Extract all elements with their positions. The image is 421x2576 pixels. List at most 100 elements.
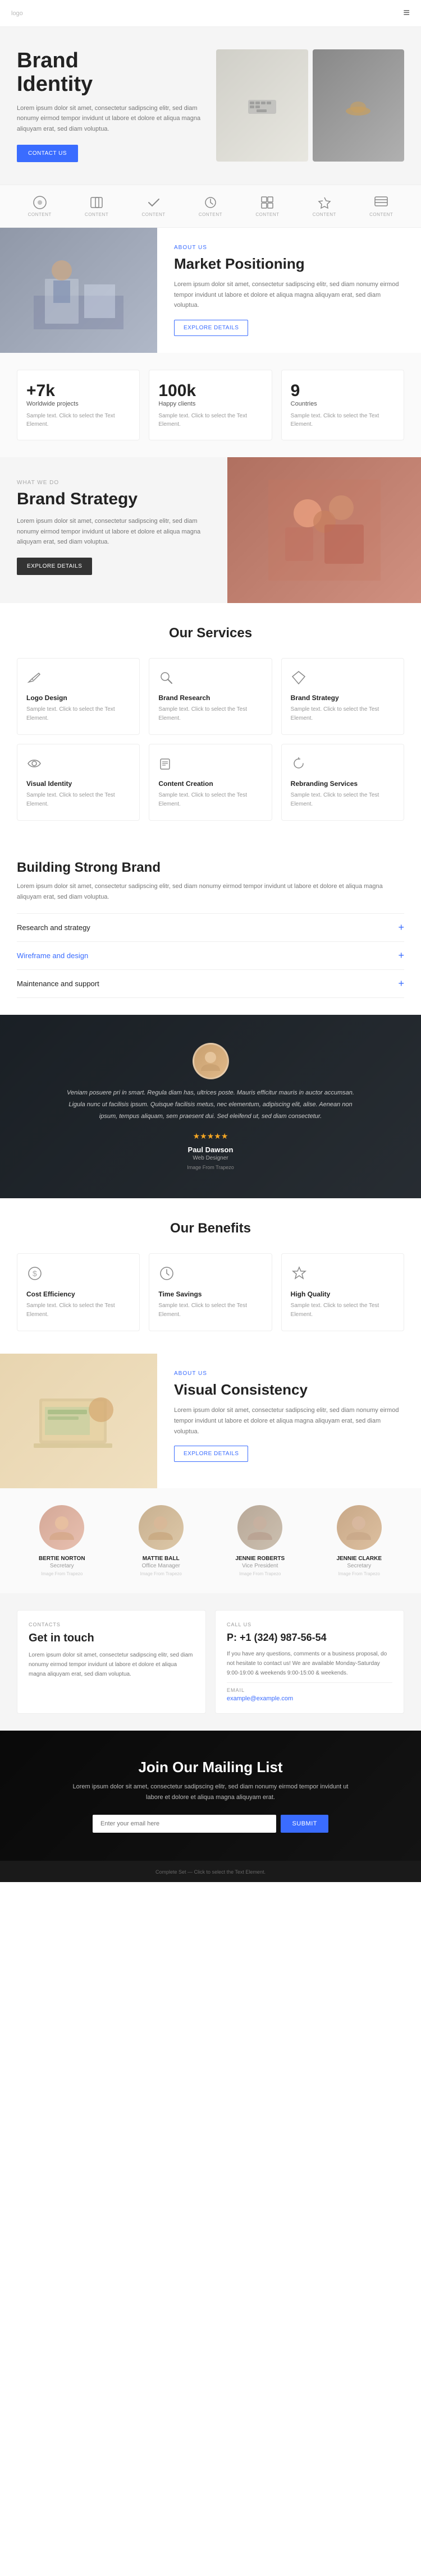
service-icon-2 (291, 670, 395, 688)
stat-card-0: +7k Worldwide projects Sample text. Clic… (17, 370, 140, 440)
benefit-title-0: Cost Efficiency (26, 1290, 130, 1298)
content-icon-7 (374, 195, 388, 210)
visual-section: ABOUT US Visual Consistency Lorem ipsum … (0, 1354, 421, 1488)
clock-icon (158, 1265, 175, 1282)
service-title-5: Rebranding Services (291, 780, 395, 788)
testimonial-quote: Veniam posuere pri in smart. Regula diam… (65, 1087, 356, 1123)
icon-bar-item-2[interactable]: CONTENT (85, 195, 108, 217)
visual-cta-button[interactable]: EXPLORE DETAILS (174, 1446, 248, 1462)
what-we-do-section: WHAT WE DO Brand Strategy Lorem ipsum do… (0, 457, 421, 603)
building-section: Building Strong Brand Lorem ipsum dolor … (0, 843, 421, 1015)
star-icon (291, 1265, 308, 1282)
about-image (0, 228, 157, 353)
visual-description: Lorem ipsum dolor sit amet, consectetur … (174, 1405, 404, 1437)
testimonial-stars: ★★★★★ (193, 1131, 228, 1141)
about-cta-button[interactable]: EXPLORE DETAILS (174, 320, 248, 336)
about-description: Lorem ipsum dolor sit amet, consectetur … (174, 279, 404, 311)
what-we-do-cta-button[interactable]: EXPLORE DETAILS (17, 558, 92, 575)
mailing-email-input[interactable] (93, 1815, 276, 1833)
team-tag-1: Image From Trapezo (116, 1571, 207, 1576)
hero-image-hat (313, 49, 405, 162)
team-name-0: BERTIE NORTON (17, 1556, 107, 1562)
benefit-icon-2 (291, 1265, 395, 1285)
content-icon-6 (317, 195, 332, 210)
hero-cta-button[interactable]: CONTACT US (17, 145, 78, 162)
services-section: Our Services Logo Design Sample text. Cl… (0, 603, 421, 843)
dollar-icon: $ (26, 1265, 43, 1282)
benefits-title: Our Benefits (17, 1221, 404, 1236)
service-title-4: Content Creation (158, 780, 262, 788)
benefit-title-2: High Quality (291, 1290, 395, 1298)
building-description: Lorem ipsum dolor sit amet, consectetur … (17, 881, 404, 902)
diamond-icon (291, 670, 306, 686)
icon-bar-item-7[interactable]: CONTENT (369, 195, 393, 217)
stat-desc-2: Sample text. Click to select the Text El… (291, 412, 395, 429)
accordion-item-0[interactable]: Research and strategy + (17, 913, 404, 942)
team-role-2: Vice President (215, 1563, 305, 1569)
visual-image (0, 1354, 157, 1488)
stat-desc-0: Sample text. Click to select the Text El… (26, 412, 130, 429)
stat-number-0: +7k (26, 381, 130, 401)
testimonial-role: Web Designer (193, 1155, 228, 1161)
service-desc-4: Sample text. Click to select the Test El… (158, 791, 262, 809)
accordion-item-2[interactable]: Maintenance and support + (17, 970, 404, 998)
contact-section: CONTACTS Get in touch Lorem ipsum dolor … (0, 1593, 421, 1731)
icon-bar-item-5[interactable]: CONTENT (255, 195, 279, 217)
team-avatar-3 (337, 1505, 382, 1550)
icon-bar-item-4[interactable]: CONTENT (199, 195, 222, 217)
accordion-item-1[interactable]: Wireframe and design + (17, 942, 404, 970)
accordion-title-0: Research and strategy (17, 923, 90, 932)
contact-phone: P: +1 (324) 987-56-54 (227, 1632, 392, 1644)
icon-bar-item-1[interactable]: CONTENT (28, 195, 52, 217)
content-icon-1 (33, 195, 47, 210)
benefit-title-1: Time Savings (158, 1290, 262, 1298)
stat-card-1: 100k Happy clients Sample text. Click to… (149, 370, 272, 440)
team-tag-0: Image From Trapezo (17, 1571, 107, 1576)
team-grid: BERTIE NORTON Secretary Image From Trape… (17, 1505, 404, 1576)
content-icon-3 (147, 195, 161, 210)
team-role-3: Secretary (314, 1563, 405, 1569)
hat-icon (344, 91, 372, 119)
team-name-1: MATTIE BALL (116, 1556, 207, 1562)
testimonial-name: Paul Dawson (188, 1146, 234, 1154)
team-role-0: Secretary (17, 1563, 107, 1569)
service-desc-0: Sample text. Click to select the Text El… (26, 705, 130, 723)
mailing-submit-button[interactable]: SUBMIT (281, 1815, 328, 1833)
icon-label-4: CONTENT (199, 212, 222, 217)
icon-bar-item-3[interactable]: CONTENT (141, 195, 165, 217)
svg-text:$: $ (33, 1269, 37, 1278)
testimonial-section: Veniam posuere pri in smart. Regula diam… (0, 1015, 421, 1198)
about-label: ABOUT US (174, 245, 404, 251)
people-scene-icon (268, 480, 381, 581)
contact-email-link[interactable]: example@example.com (227, 1695, 392, 1702)
person-icon-2 (245, 1512, 276, 1543)
accordion-open-icon-2: + (398, 978, 404, 990)
service-desc-5: Sample text. Click to select the Test El… (291, 791, 395, 809)
content-icon-5 (260, 195, 274, 210)
team-name-2: JENNIE ROBERTS (215, 1556, 305, 1562)
accordion-title-2: Maintenance and support (17, 979, 99, 988)
hamburger-menu-icon[interactable]: ≡ (403, 7, 410, 20)
visual-title: Visual Consistency (174, 1381, 404, 1399)
icon-bar-item-6[interactable]: CONTENT (313, 195, 336, 217)
benefit-card-0: $ Cost Efficiency Sample text. Click to … (17, 1253, 140, 1331)
visual-label: ABOUT US (174, 1370, 404, 1377)
accordion-title-1: Wireframe and design (17, 951, 88, 960)
hero-description: Lorem ipsum dolor sit amet, consectetur … (17, 103, 205, 135)
about-section: ABOUT US Market Positioning Lorem ipsum … (0, 228, 421, 353)
building-title: Building Strong Brand (17, 860, 404, 876)
icon-label-6: CONTENT (313, 212, 336, 217)
contact-divider (227, 1682, 392, 1683)
mailing-title: Join Our Mailing List (17, 1759, 404, 1776)
benefit-card-1: Time Savings Sample text. Click to selec… (149, 1253, 272, 1331)
contact-title-1: Get in touch (29, 1632, 194, 1645)
team-avatar-2 (237, 1505, 282, 1550)
person-icon-0 (47, 1512, 77, 1543)
hero-title: Brand Identity (17, 49, 205, 96)
service-card-5: Rebranding Services Sample text. Click t… (281, 744, 404, 821)
services-grid: Logo Design Sample text. Click to select… (17, 658, 404, 821)
service-desc-1: Sample text. Click to select the Test El… (158, 705, 262, 723)
what-we-do-label: WHAT WE DO (17, 480, 210, 486)
laptop-scene-icon (28, 1376, 129, 1466)
testimonial-avatar (193, 1043, 229, 1079)
